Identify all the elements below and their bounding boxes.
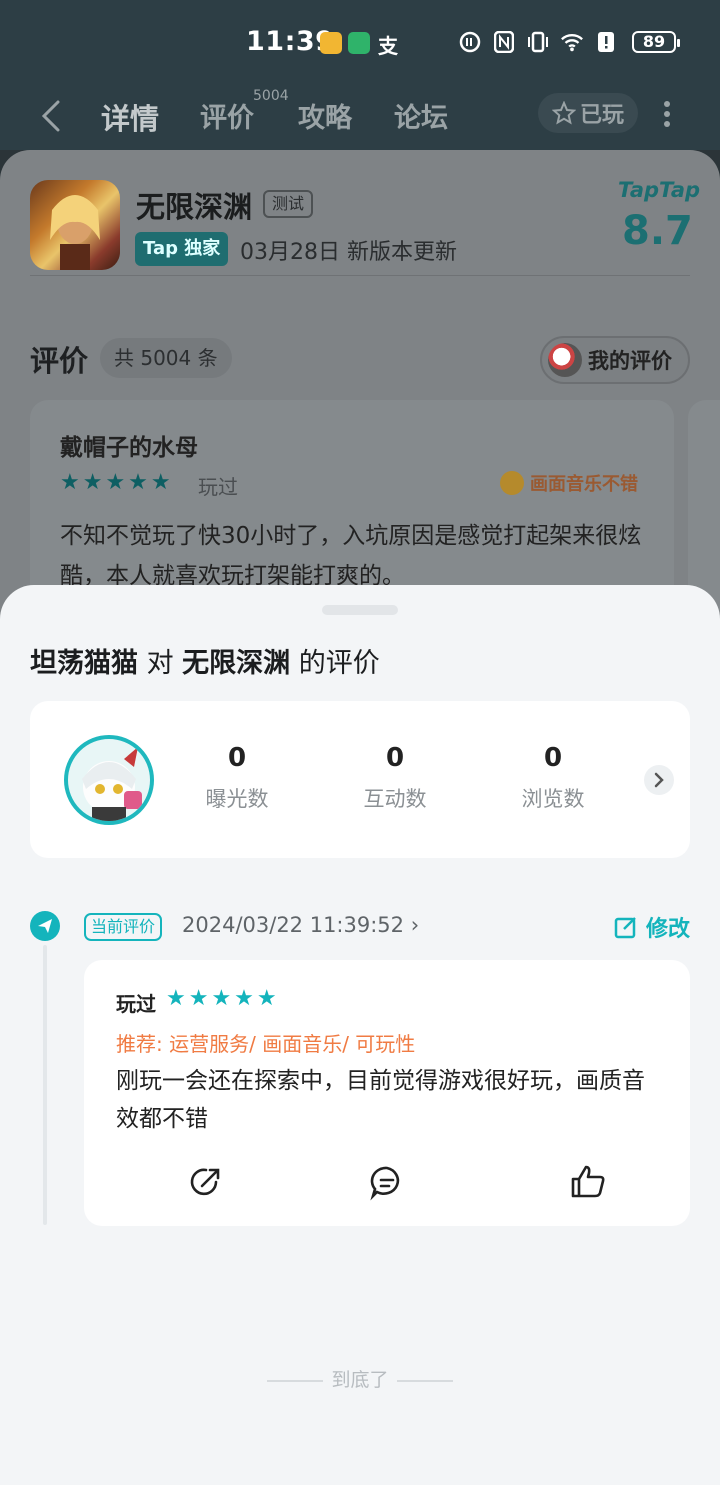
edit-label: 修改 xyxy=(646,917,691,942)
sheet-game-name: 无限深渊 xyxy=(182,648,291,679)
more-options-button[interactable] xyxy=(660,98,674,130)
rating-stars: ★★★★★ xyxy=(166,986,280,1011)
data-saver-icon xyxy=(458,30,482,54)
tab-details[interactable]: 详情 xyxy=(101,96,159,138)
review-count-badge: 5004 xyxy=(253,88,289,104)
test-tag: 测试 xyxy=(263,190,314,218)
stat-views: 0 浏览数 xyxy=(498,743,608,813)
review-date: 2024/03/22 11:39:52 xyxy=(182,913,405,937)
end-label: 到底了 xyxy=(331,1369,389,1391)
send-icon xyxy=(30,911,60,941)
thumbs-up-icon xyxy=(571,1165,605,1198)
stat-views-label: 浏览数 xyxy=(521,787,585,811)
nfc-icon xyxy=(492,30,516,54)
back-arrow-icon xyxy=(41,100,60,132)
timeline-line xyxy=(43,945,47,1225)
my-review-label: 我的评价 xyxy=(588,349,672,373)
stat-exposure-label: 曝光数 xyxy=(205,787,269,811)
game-score: 8.7 xyxy=(622,208,693,254)
review-bottom-sheet: 坦荡猫猫 对 无限深渊 的评价 0 曝光数 0 互动数 0 浏览数 当前评价 2… xyxy=(0,585,720,1485)
status-bar: 11:39 支 89 xyxy=(0,0,720,84)
like-button[interactable] xyxy=(568,1162,608,1202)
tab-guides[interactable]: 攻略 xyxy=(298,96,352,135)
more-vertical-icon xyxy=(664,101,670,127)
tap-exclusive-tag: Tap 独家 xyxy=(135,232,229,266)
played-status: 玩过 xyxy=(116,992,156,1016)
played-status: 玩过 xyxy=(198,475,238,499)
stat-interactions-value: 0 xyxy=(385,743,405,773)
review-text: 不知不觉玩了快30小时了，入坑原因是感觉打起架来很炫酷，本人就喜欢玩打架能打爽的… xyxy=(60,523,642,589)
wifi-icon xyxy=(560,30,584,54)
played-label: 已玩 xyxy=(579,103,624,128)
stats-card[interactable]: 0 曝光数 0 互动数 0 浏览数 xyxy=(30,701,690,858)
taptap-logo: TapTap xyxy=(618,178,701,202)
reviewer-name: 戴帽子的水母 xyxy=(60,435,198,461)
sheet-drag-handle[interactable] xyxy=(322,605,398,615)
avatar[interactable] xyxy=(64,735,154,825)
stat-exposure-value: 0 xyxy=(227,743,247,773)
chevron-right-icon: › xyxy=(410,913,420,937)
tab-forum[interactable]: 论坛 xyxy=(394,96,448,135)
sheet-title: 坦荡猫猫 对 无限深渊 的评价 xyxy=(30,641,380,680)
divider xyxy=(30,275,690,287)
sheet-title-connector: 对 xyxy=(138,648,183,679)
stats-detail-button[interactable] xyxy=(644,765,674,795)
update-info[interactable]: 03月28日 新版本更新 xyxy=(240,234,457,266)
reviews-section-title: 评价 xyxy=(30,344,89,378)
sheet-user-name: 坦荡猫猫 xyxy=(30,648,138,679)
recommend-tags: 推荐: 运营服务/ 画面音乐/ 可玩性 xyxy=(116,1032,416,1056)
review-body: 刚玩一会还在探索中，目前觉得游戏很好玩，画质音效都不错 xyxy=(116,1068,645,1132)
game-icon[interactable] xyxy=(30,180,120,270)
my-review-card: 玩过 ★★★★★ 推荐: 运营服务/ 画面音乐/ 可玩性 刚玩一会还在探索中，目… xyxy=(84,960,690,1226)
edit-review-button[interactable]: 修改 xyxy=(614,911,690,943)
review-highlight-tag: 画面音乐不错 xyxy=(500,470,638,496)
vibrate-icon xyxy=(526,30,550,54)
stat-views-value: 0 xyxy=(543,743,563,773)
alert-icon xyxy=(594,30,618,54)
tab-reviews[interactable]: 评价 xyxy=(200,96,254,135)
mail-icon xyxy=(320,32,342,54)
review-date-link[interactable]: 2024/03/22 11:39:52 › xyxy=(182,913,419,937)
smile-icon xyxy=(500,471,524,495)
back-button[interactable] xyxy=(36,96,68,136)
comment-button[interactable] xyxy=(367,1162,407,1202)
my-review-button[interactable]: 我的评价 xyxy=(540,336,690,384)
comment-icon xyxy=(370,1166,400,1201)
end-of-list: 到底了 xyxy=(0,1365,720,1392)
played-button[interactable]: 已玩 xyxy=(538,93,638,133)
sheet-title-suffix: 的评价 xyxy=(290,648,380,679)
edit-icon xyxy=(614,917,636,939)
battery-indicator: 89 xyxy=(632,31,680,53)
current-review-tag: 当前评价 xyxy=(84,913,163,941)
share-button[interactable] xyxy=(186,1162,226,1202)
stat-interactions-label: 互动数 xyxy=(363,787,427,811)
pay-icon: 支 xyxy=(378,34,398,58)
rating-stars: ★★★★★ xyxy=(60,470,174,495)
avatar xyxy=(548,343,582,377)
review-highlight-label: 画面音乐不错 xyxy=(530,474,638,495)
shield-icon xyxy=(348,32,370,54)
review-count-link[interactable]: 共 5004 条 xyxy=(100,338,232,378)
share-icon xyxy=(190,1168,220,1196)
chevron-right-icon xyxy=(654,772,664,788)
stat-exposure: 0 曝光数 xyxy=(182,743,292,813)
top-navigation: 详情 评价 5004 攻略 论坛 已玩 xyxy=(0,84,720,150)
star-outline-icon xyxy=(551,101,576,125)
stat-interactions: 0 互动数 xyxy=(340,743,450,813)
game-name: 无限深渊 xyxy=(136,190,253,224)
